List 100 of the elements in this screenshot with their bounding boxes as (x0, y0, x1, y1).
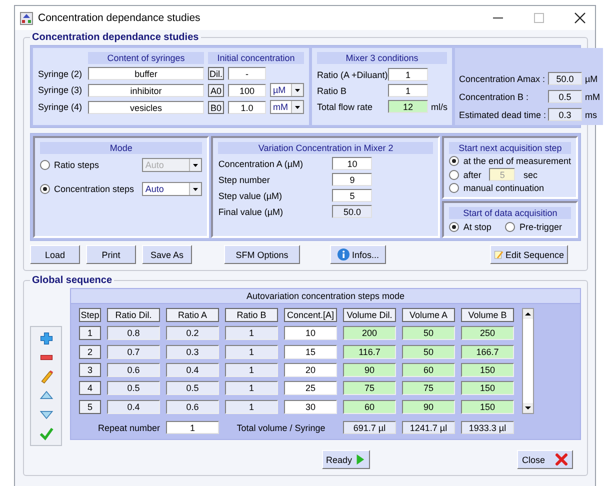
total-field: 1933.3 µl (461, 421, 514, 434)
radio-button[interactable] (449, 156, 460, 166)
table-cell: 1 (225, 326, 278, 340)
action-button[interactable]: Save As (142, 245, 192, 264)
action-button[interactable]: Print (86, 245, 136, 264)
field-label: Concentration Amax : (459, 74, 545, 84)
row-number: 4 (79, 381, 101, 396)
table-cell: 250 (461, 326, 514, 340)
field-label: Step value (µM) (218, 190, 284, 200)
table-cell: 1 (225, 381, 278, 396)
table-cell[interactable]: 20 (284, 363, 337, 378)
value-field: 0.5 (548, 90, 582, 103)
table-cell: 50 (402, 326, 455, 340)
table-cell: 200 (343, 326, 396, 340)
table-cell: 60 (402, 363, 455, 378)
cross-icon (555, 453, 568, 466)
pencil-icon[interactable] (38, 369, 54, 384)
field-label: Final value (µM) (218, 206, 284, 216)
close-icon[interactable] (573, 11, 587, 25)
ready-button[interactable]: Ready (322, 450, 370, 469)
section-header: Mixer 3 conditions (317, 52, 447, 64)
table-cell[interactable]: 25 (284, 381, 337, 396)
table-cell: 0.6 (166, 400, 219, 414)
dropdown[interactable]: Auto (142, 182, 202, 196)
window-title: Concentration dependance studies (38, 12, 202, 24)
section-header: Content of syringes (88, 52, 204, 64)
table-cell: 0.8 (107, 326, 160, 340)
table-cell: 60 (343, 400, 396, 414)
value-field[interactable]: 5 (332, 189, 372, 202)
table-cell: 75 (402, 381, 455, 396)
syringe-label: Syringe (2) (38, 68, 84, 78)
table-cell: 150 (461, 400, 514, 414)
syringe-tag[interactable]: Dil. (208, 67, 224, 80)
radio-button[interactable] (449, 183, 460, 193)
row-number: 2 (79, 344, 101, 359)
column-header: Step (79, 308, 101, 322)
value-field[interactable]: 10 (332, 157, 372, 170)
table-cell: 90 (402, 400, 455, 414)
table-cell: 0.4 (107, 400, 160, 414)
radio-button[interactable] (40, 184, 50, 194)
scrollbar[interactable] (522, 308, 534, 414)
dropdown[interactable]: mM (270, 100, 304, 114)
unit-label: ms (585, 110, 598, 120)
value-field[interactable]: 12 (388, 100, 428, 113)
action-button[interactable]: SFM Options (224, 245, 300, 264)
radio-button[interactable] (449, 222, 460, 232)
column-header: Ratio Dil. (107, 308, 160, 322)
section-header: Variation Concentration in Mixer 2 (218, 142, 434, 154)
value-field[interactable]: 1 (388, 84, 428, 97)
check-icon[interactable] (38, 426, 54, 441)
radio-button[interactable] (449, 170, 460, 180)
plus-icon[interactable] (38, 331, 54, 346)
radio-label[interactable]: Concentration steps (54, 184, 138, 194)
app-icon (20, 12, 33, 24)
action-button[interactable]: Load (30, 245, 80, 264)
close-button[interactable]: Close (517, 450, 573, 469)
dropdown[interactable]: µM (270, 83, 304, 97)
field-label: Total volume / Syringe (236, 422, 326, 432)
field-label: Estimated dead time : (459, 110, 545, 120)
section-header: Mode (40, 142, 202, 154)
concentration-field[interactable]: 1.0 (228, 100, 266, 114)
repeat-field[interactable]: 1 (166, 421, 219, 434)
content-field[interactable]: vesicles (88, 100, 204, 114)
value-field: 0.3 (548, 108, 582, 121)
concentration-field[interactable]: - (228, 67, 266, 80)
radio-label[interactable]: At stop (463, 222, 492, 232)
info-button[interactable]: Infos... (330, 245, 386, 264)
field-label: Ratio B (317, 86, 348, 96)
radio-label[interactable]: Pre-trigger (519, 222, 562, 232)
unit-label: ml/s (431, 102, 447, 112)
scroll-down-icon[interactable] (523, 403, 533, 413)
value-field[interactable]: 9 (332, 173, 372, 186)
column-header: Volume A (402, 308, 455, 322)
concentration-field[interactable]: 100 (228, 84, 266, 96)
radio-label[interactable]: manual continuation (463, 183, 544, 193)
syringe-tag[interactable]: B0 (208, 100, 224, 114)
scroll-up-icon[interactable] (523, 309, 533, 319)
table-cell: 1 (225, 400, 278, 414)
section-header: Initial concentration (208, 52, 304, 64)
value-field[interactable]: 1 (388, 68, 428, 81)
syringe-tag[interactable]: A0 (208, 84, 224, 96)
table-cell: 1 (225, 344, 278, 359)
field-label: Step number (218, 174, 271, 184)
table-cell: 0.3 (166, 344, 219, 359)
radio-label[interactable]: at the end of measurement (463, 156, 571, 166)
value-field: 50.0 (332, 205, 372, 218)
table-cell[interactable]: 30 (284, 400, 337, 414)
table-cell[interactable]: 10 (284, 326, 337, 340)
table-cell: 166.7 (461, 344, 514, 359)
field-label: Concentration A (µM) (218, 158, 304, 168)
content-field[interactable]: buffer (88, 67, 204, 80)
play-icon (354, 453, 366, 466)
table-cell: 0.4 (166, 363, 219, 378)
radio-button[interactable] (505, 222, 516, 232)
radio-label[interactable]: after (463, 170, 482, 180)
table-cell: 1 (225, 363, 278, 378)
edit-button[interactable]: Edit Sequence (490, 245, 568, 264)
column-header: Ratio A (166, 308, 219, 322)
content-field[interactable]: inhibitor (88, 84, 204, 96)
table-cell[interactable]: 15 (284, 344, 337, 359)
